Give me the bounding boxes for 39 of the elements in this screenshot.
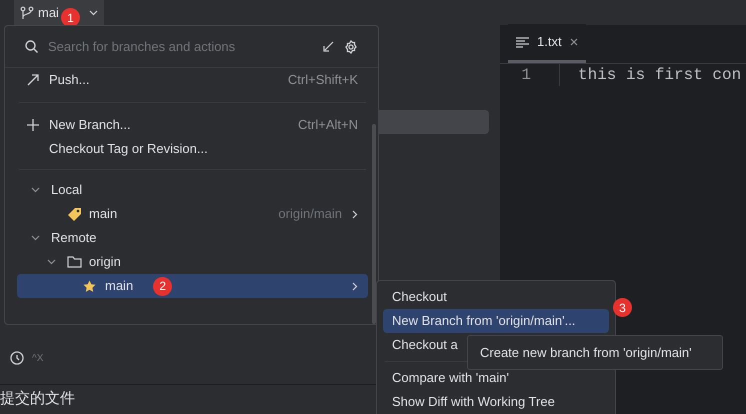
branch-button[interactable]: mai 1 xyxy=(14,0,104,25)
plus-icon xyxy=(27,119,39,131)
tree-item[interactable]: Remote xyxy=(17,226,368,250)
push-arrow-icon xyxy=(27,74,39,86)
menu-item[interactable]: Show Diff with Working Tree xyxy=(383,390,609,414)
star-icon xyxy=(83,280,96,292)
chevron-down-icon[interactable] xyxy=(47,259,56,265)
menu-item[interactable]: New Branch... Ctrl+Alt+N xyxy=(17,113,368,137)
editor-tab[interactable]: 1.txt xyxy=(508,24,586,63)
menu-item[interactable]: Checkout xyxy=(383,285,609,309)
text-file-icon xyxy=(516,36,529,48)
search-icon xyxy=(25,40,38,53)
folder-icon xyxy=(67,256,82,268)
chevron-right-icon xyxy=(352,282,358,290)
tree-item[interactable]: main 2 xyxy=(17,274,368,298)
tooltip: Create new branch from 'origin/main' xyxy=(467,335,723,370)
chevron-down-icon[interactable] xyxy=(31,235,40,241)
close-icon[interactable] xyxy=(570,38,578,46)
tree-item[interactable]: main origin/main xyxy=(17,202,368,226)
scrollbar[interactable] xyxy=(372,124,376,324)
tree-item[interactable]: Local xyxy=(17,178,368,202)
line-number: 1 xyxy=(500,64,560,86)
menu-item[interactable]: New Branch from 'origin/main'... xyxy=(383,309,609,333)
tree-item[interactable]: origin xyxy=(17,250,368,274)
collapse-arrow-icon[interactable] xyxy=(322,40,334,52)
menu-item[interactable]: Checkout Tag or Revision... xyxy=(17,137,368,161)
branch-icon xyxy=(20,6,34,20)
chevron-down-icon xyxy=(88,10,98,16)
chevron-right-icon xyxy=(352,210,358,218)
section-title: 提交的文件 xyxy=(0,389,75,410)
settings-icon[interactable] xyxy=(344,40,358,54)
tag-icon xyxy=(67,206,82,222)
chevron-down-icon[interactable] xyxy=(31,187,40,193)
code-line: this is first con xyxy=(577,65,742,86)
menu-item[interactable]: Push... Ctrl+Shift+K xyxy=(17,68,368,92)
clock-icon[interactable] xyxy=(10,351,24,365)
step-badge: 2 xyxy=(153,276,172,296)
search-field[interactable]: Search for branches and actions xyxy=(48,36,312,56)
shortcut-hint: ^X xyxy=(32,352,44,366)
